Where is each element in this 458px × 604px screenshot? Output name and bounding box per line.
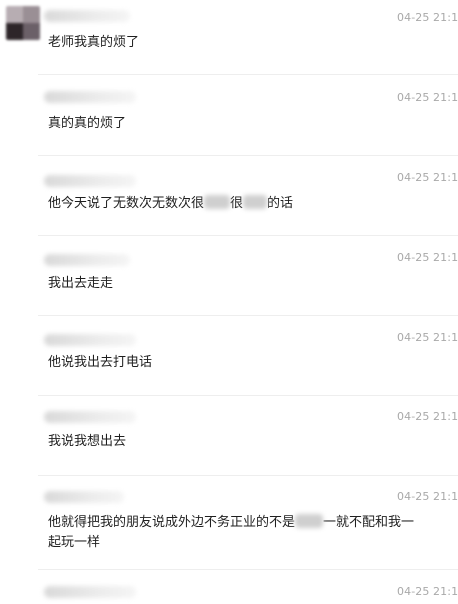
sender-name-redacted (44, 411, 136, 423)
chat-message: 04-25 21:16 他说我出去打电话 (0, 316, 458, 395)
chat-message-list: 04-25 21:16 老师我真的烦了 04-25 21:16 真的真的烦了 0… (0, 0, 458, 604)
message-timestamp: 04-25 21:17 (397, 490, 458, 503)
chat-message: 04-25 21:17 我说我想出去 (0, 396, 458, 475)
message-text: 他说我出去打电话 (48, 355, 153, 370)
message-text: 真的真的烦了 (48, 116, 127, 131)
redacted-text (204, 195, 231, 209)
message-text-part: 他就得把我的朋友说成外边不务正业的不是 (48, 515, 296, 530)
message-text-part: 很 (230, 196, 244, 211)
sender-name-redacted (44, 491, 124, 503)
message-timestamp: 04-25 21:16 (397, 171, 458, 184)
chat-message: 04-25 21:16 老师我真的烦了 (0, 0, 458, 74)
sender-name-redacted (44, 10, 130, 22)
message-text-continued: 起玩一样 (48, 535, 101, 550)
redacted-text (295, 514, 324, 528)
message-timestamp: 04-25 21:16 (397, 331, 458, 344)
sender-name-redacted (44, 334, 136, 346)
chat-message: 04-25 21:16 真的真的烦了 (0, 75, 458, 154)
message-text-part: 一就不配和我一 (323, 515, 415, 530)
chat-message: 04-25 21:16 他今天说了无数次无数次很 很 的话 (0, 156, 458, 235)
message-text-part: 的话 (267, 196, 294, 211)
avatar[interactable] (6, 6, 40, 40)
message-text: 我说我想出去 (48, 434, 127, 449)
sender-name-redacted (44, 586, 136, 598)
sender-name-redacted (44, 254, 130, 266)
message-text: 我出去走走 (48, 276, 114, 291)
message-timestamp: 04-25 21:16 (397, 11, 458, 24)
message-timestamp: 04-25 21:17 (397, 410, 458, 423)
chat-message: 04-25 21:17 他就得把我的朋友说成外边不务正业的不是 一就不配和我一 起… (0, 476, 458, 568)
sender-name-redacted (44, 175, 136, 187)
message-text-part: 他今天说了无数次无数次很 (48, 196, 205, 211)
message-timestamp: 04-25 21:17 (397, 585, 458, 598)
message-timestamp: 04-25 21:16 (397, 91, 458, 104)
chat-message: 04-25 21:17 (0, 570, 458, 604)
message-text: 老师我真的烦了 (48, 35, 140, 50)
message-text: 他就得把我的朋友说成外边不务正业的不是 一就不配和我一 (48, 513, 414, 533)
message-timestamp: 04-25 21:16 (397, 251, 458, 264)
chat-message: 04-25 21:16 我出去走走 (0, 236, 458, 315)
sender-name-redacted (44, 91, 136, 103)
redacted-text (243, 195, 268, 209)
message-text: 他今天说了无数次无数次很 很 的话 (48, 194, 293, 214)
